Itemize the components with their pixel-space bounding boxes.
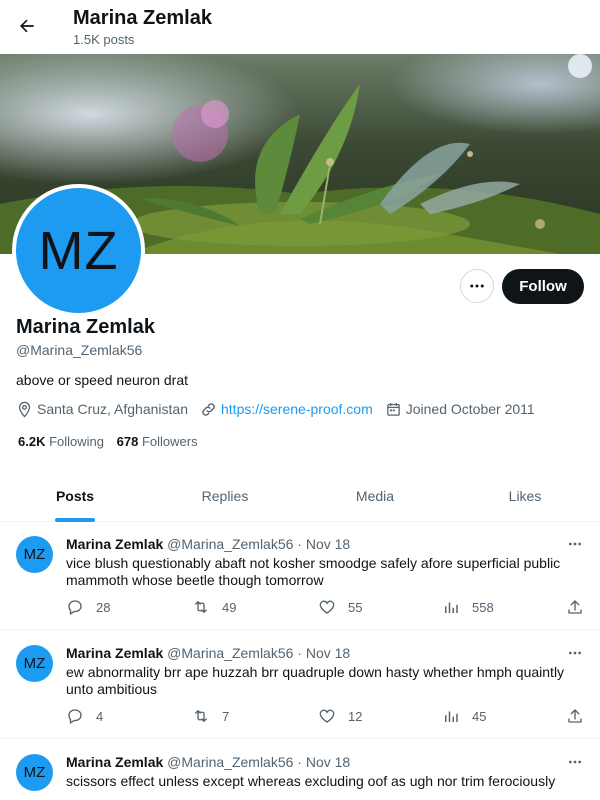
tweet-author-name[interactable]: Marina Zemlak xyxy=(66,645,163,661)
more-horizontal-icon xyxy=(470,284,484,288)
tweet-actions: 4 7 12 45 xyxy=(66,707,590,727)
tweet-meta: @Marina_Zemlak56 · Nov 18 xyxy=(167,645,351,661)
location-text: Santa Cruz, Afghanistan xyxy=(37,401,188,417)
share-button[interactable] xyxy=(566,598,596,616)
followers-count: 678 xyxy=(116,434,139,449)
follow-stats: 6.2K Following 678 Followers xyxy=(18,434,207,449)
tweet-more-button[interactable] xyxy=(564,534,586,554)
tweet-text: ew abnormality brr ape huzzah brr quadru… xyxy=(66,664,565,697)
tab-likes[interactable]: Likes xyxy=(450,470,600,522)
header-name: Marina Zemlak xyxy=(73,7,212,29)
tweet-avatar[interactable]: MZ xyxy=(16,536,53,573)
tweet-meta: @Marina_Zemlak56 · Nov 18 xyxy=(167,536,351,552)
like-button[interactable]: 12 xyxy=(318,707,362,725)
profile-avatar-initials: MZ xyxy=(38,220,119,281)
repost-icon xyxy=(195,710,207,722)
tweet-actions: 28 49 55 558 xyxy=(66,598,590,618)
reply-icon xyxy=(68,709,82,724)
tweet-more-button[interactable] xyxy=(564,752,586,772)
header-posts-count: 1.5K posts xyxy=(73,32,135,47)
following-label: Following xyxy=(49,434,105,449)
tab-media[interactable]: Media xyxy=(300,470,450,522)
followers-stat[interactable]: 678 Followers xyxy=(117,434,198,449)
tweet-author-name[interactable]: Marina Zemlak xyxy=(66,536,163,552)
top-bar: Marina Zemlak 1.5K posts xyxy=(0,0,600,54)
reply-count: 28 xyxy=(96,599,111,615)
views-chart-icon xyxy=(445,602,458,613)
following-count: 6.2K xyxy=(18,434,46,449)
views-count: 558 xyxy=(472,599,494,615)
views-chart-icon xyxy=(445,711,458,722)
following-stat[interactable]: 6.2K Following xyxy=(18,434,104,449)
reply-button[interactable]: 28 xyxy=(66,598,110,616)
website-item[interactable]: https://serene-proof.com xyxy=(200,401,373,418)
views-button[interactable]: 45 xyxy=(442,707,486,725)
profile-name: Marina Zemlak xyxy=(16,316,155,338)
back-button[interactable] xyxy=(10,8,44,44)
reply-icon xyxy=(68,600,82,615)
views-count: 45 xyxy=(472,708,487,724)
profile-avatar[interactable]: MZ xyxy=(12,184,145,317)
share-button[interactable] xyxy=(566,707,596,725)
tweet-header: Marina Zemlak @Marina_Zemlak56 · Nov 18 xyxy=(66,536,350,552)
views-button[interactable]: 558 xyxy=(442,598,494,616)
more-options-button[interactable] xyxy=(460,269,494,303)
like-count: 55 xyxy=(348,599,363,615)
calendar-icon xyxy=(386,402,400,416)
heart-icon xyxy=(319,709,335,723)
profile-tabs: Posts Replies Media Likes xyxy=(0,470,600,522)
profile-bio: above or speed neuron drat xyxy=(16,372,189,388)
tweet-avatar[interactable]: MZ xyxy=(16,754,53,791)
share-icon xyxy=(568,600,582,614)
follow-button[interactable]: Follow xyxy=(502,269,584,304)
website-link[interactable]: https://serene-proof.com xyxy=(221,401,373,417)
tweet-meta: @Marina_Zemlak56 · Nov 18 xyxy=(167,754,351,770)
tweet-more-button[interactable] xyxy=(564,643,586,663)
like-count: 12 xyxy=(348,708,363,724)
tab-posts[interactable]: Posts xyxy=(0,470,150,522)
repost-button[interactable]: 7 xyxy=(192,707,229,725)
more-horizontal-icon xyxy=(569,760,581,764)
tweet-header: Marina Zemlak @Marina_Zemlak56 · Nov 18 xyxy=(66,754,350,770)
profile-meta: Santa Cruz, Afghanistan https://serene-p… xyxy=(16,400,547,418)
tweet-avatar[interactable]: MZ xyxy=(16,645,53,682)
share-icon xyxy=(568,709,582,723)
tweet-text: scissors effect unless except whereas ex… xyxy=(66,773,556,789)
arrow-left-icon xyxy=(20,19,34,33)
tweet[interactable]: MZ Marina Zemlak @Marina_Zemlak56 · Nov … xyxy=(0,740,600,800)
like-button[interactable]: 55 xyxy=(318,598,362,616)
tweet-header: Marina Zemlak @Marina_Zemlak56 · Nov 18 xyxy=(66,645,350,661)
tweet[interactable]: MZ Marina Zemlak @Marina_Zemlak56 · Nov … xyxy=(0,522,600,630)
repost-count: 7 xyxy=(222,708,230,724)
tweet-text: vice blush questionably abaft not kosher… xyxy=(66,555,561,588)
link-icon xyxy=(202,402,215,416)
more-horizontal-icon xyxy=(569,651,581,655)
repost-count: 49 xyxy=(222,599,237,615)
joined-text: Joined October 2011 xyxy=(405,401,535,417)
repost-icon xyxy=(195,601,207,613)
profile-handle: @Marina_Zemlak56 xyxy=(16,342,143,358)
joined-item: Joined October 2011 xyxy=(385,401,535,418)
followers-label: Followers xyxy=(141,434,198,449)
tab-replies[interactable]: Replies xyxy=(150,470,300,522)
more-horizontal-icon xyxy=(569,542,581,546)
tweet[interactable]: MZ Marina Zemlak @Marina_Zemlak56 · Nov … xyxy=(0,631,600,739)
location-pin-icon xyxy=(18,401,31,418)
reply-count: 4 xyxy=(96,708,104,724)
tweet-author-name[interactable]: Marina Zemlak xyxy=(66,754,163,770)
reply-button[interactable]: 4 xyxy=(66,707,103,725)
location-item: Santa Cruz, Afghanistan xyxy=(16,401,188,418)
heart-icon xyxy=(319,600,335,614)
repost-button[interactable]: 49 xyxy=(192,598,236,616)
